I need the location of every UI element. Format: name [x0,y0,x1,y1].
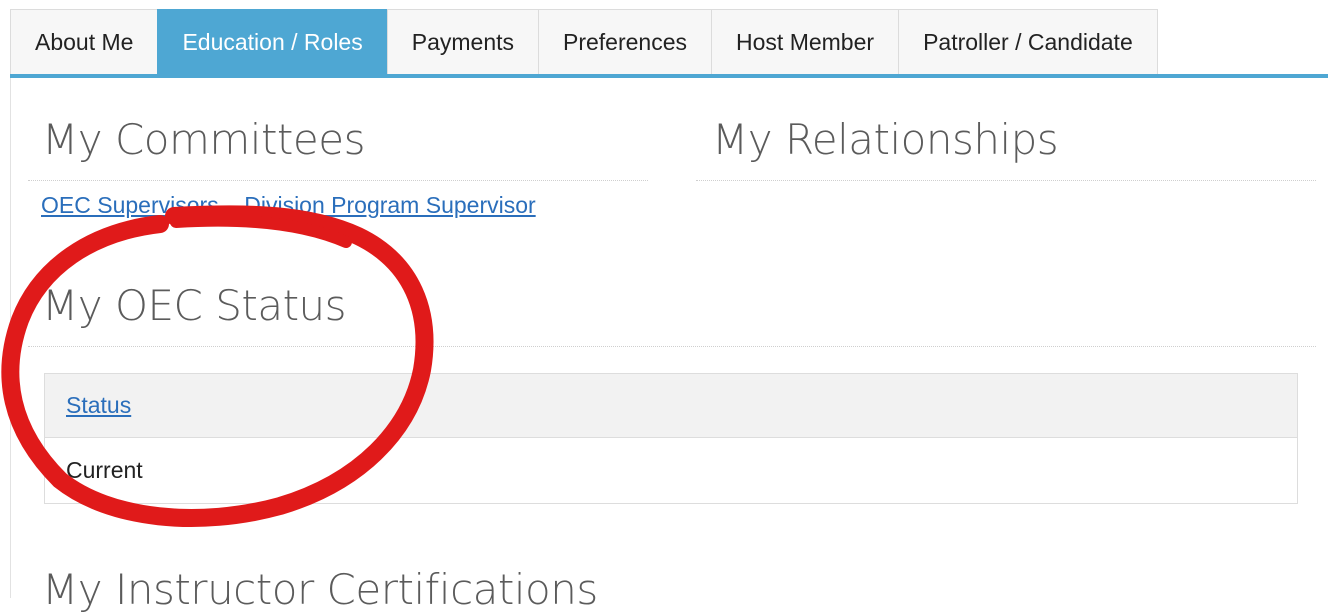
tab-patroller-candidate[interactable]: Patroller / Candidate [898,9,1158,75]
status-table-header: Status [45,374,1297,438]
oec-status-title: My OEC Status [42,281,347,330]
status-value: Current [66,457,143,483]
tab-about-me[interactable]: About Me [10,9,159,75]
committees-title: My Committees [42,115,365,164]
relationships-title: My Relationships [712,115,1059,164]
table-row: Current [45,438,1297,503]
tab-host-member[interactable]: Host Member [711,9,900,75]
status-column-sort-link[interactable]: Status [66,392,131,419]
tab-underline [10,74,1328,78]
oec-status-divider [28,346,1316,347]
oec-status-table: Status Current [44,373,1298,504]
tab-payments[interactable]: Payments [386,9,539,75]
tab-bar: About Me Education / Roles Payments Pref… [10,9,1158,75]
relationships-divider [696,180,1316,181]
instructor-certifications-title: My Instructor Certifications [42,565,598,614]
tab-education-roles[interactable]: Education / Roles [157,9,388,75]
committees-divider [28,180,648,181]
tab-preferences[interactable]: Preferences [538,9,713,75]
committee-link[interactable]: OEC Supervisors – Division Program Super… [41,192,536,219]
content-left-border [10,78,11,598]
